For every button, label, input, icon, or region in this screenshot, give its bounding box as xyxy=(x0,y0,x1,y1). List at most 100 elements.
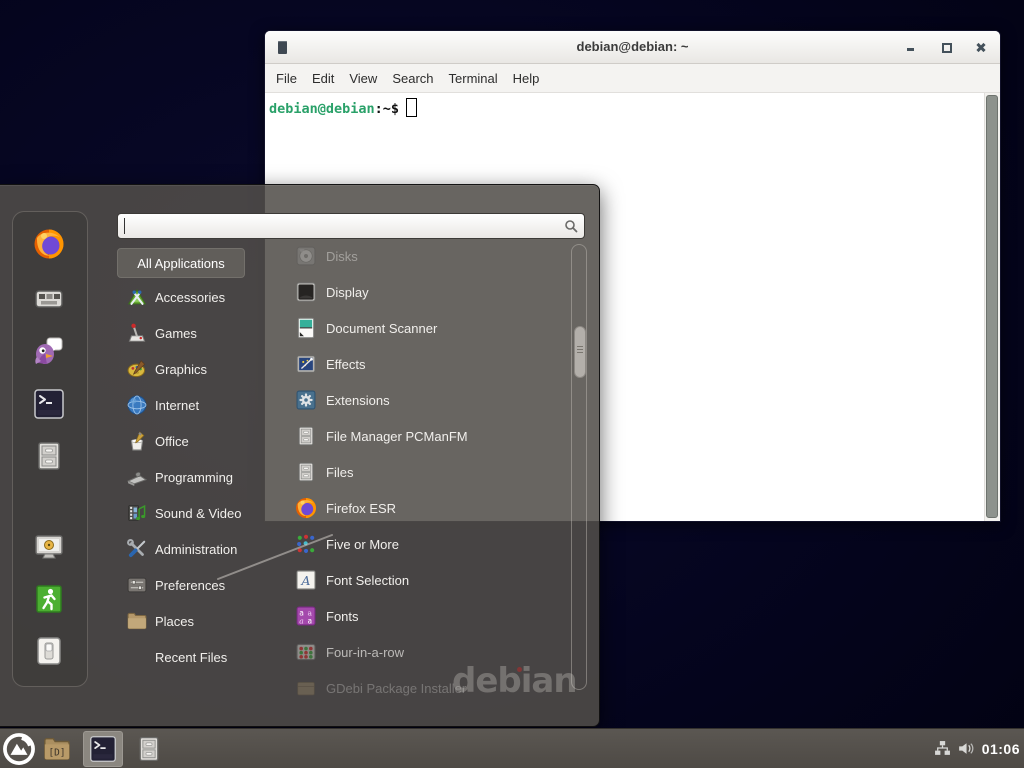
folder-debian-icon: [D] xyxy=(42,734,72,764)
category-label: Accessories xyxy=(155,290,225,305)
taskbar-file-cabinet[interactable] xyxy=(135,735,163,763)
category-sound-video[interactable]: Sound & Video xyxy=(117,495,287,531)
accessories-icon xyxy=(126,286,148,308)
minimize-button[interactable] xyxy=(906,42,916,52)
taskbar-terminal[interactable] xyxy=(83,731,123,767)
app-label: Effects xyxy=(326,357,366,372)
taskbar-menu-button[interactable] xyxy=(2,732,36,766)
maximize-button[interactable] xyxy=(941,42,951,52)
category-label: Programming xyxy=(155,470,233,485)
sidebar-item-logout[interactable] xyxy=(33,583,65,615)
five-or-more-icon xyxy=(295,533,317,555)
category-label: Graphics xyxy=(155,362,207,377)
terminal-menu-search[interactable]: Search xyxy=(392,71,433,86)
volume-icon[interactable] xyxy=(957,740,974,757)
app-list-scrollbar[interactable] xyxy=(571,244,587,690)
app-display[interactable]: Display xyxy=(283,274,563,310)
app-font-selection[interactable]: AFont Selection xyxy=(283,562,563,598)
fonts-icon: aaaa xyxy=(295,605,317,627)
logout-icon xyxy=(33,583,65,615)
app-document-scanner[interactable]: Document Scanner xyxy=(283,310,563,346)
terminal-titlebar[interactable]: debian@debian: ~ xyxy=(265,31,1000,64)
close-button[interactable] xyxy=(976,42,986,52)
prompt-path: :~$ xyxy=(375,101,399,117)
app-label: GDebi Package Installer xyxy=(326,681,466,696)
internet-icon xyxy=(126,394,148,416)
file-cabinet-icon xyxy=(33,440,65,472)
category-places[interactable]: Places xyxy=(117,603,287,639)
application-menu: All Applications Accessories Games Graphic… xyxy=(0,184,600,727)
app-fonts[interactable]: aaaaFonts xyxy=(283,598,563,634)
category-label: Administration xyxy=(155,542,237,557)
firefox-icon xyxy=(295,497,317,519)
font-selection-icon: A xyxy=(295,569,317,591)
category-label: Sound & Video xyxy=(155,506,242,521)
sidebar-item-firefox[interactable] xyxy=(33,228,65,260)
sidebar-item-pidgin[interactable] xyxy=(33,335,65,367)
sidebar-item-control-center[interactable] xyxy=(33,283,65,315)
office-icon xyxy=(126,430,148,452)
taskbar-file-manager[interactable]: [D] xyxy=(42,734,72,764)
terminal-prompt: debian@debian:~$ xyxy=(269,98,417,117)
network-icon[interactable] xyxy=(934,740,951,757)
programming-icon xyxy=(126,466,148,488)
category-preferences[interactable]: Preferences xyxy=(117,567,287,603)
app-file-manager-pcmanfm[interactable]: File Manager PCManFM xyxy=(283,418,563,454)
sidebar-item-lock-screen[interactable] xyxy=(33,531,65,563)
app-files[interactable]: Files xyxy=(283,454,563,490)
clock: 01:06 xyxy=(980,741,1020,757)
all-applications-label: All Applications xyxy=(137,256,224,271)
sidebar-item-file-manager[interactable] xyxy=(33,440,65,472)
category-programming[interactable]: Programming xyxy=(117,459,287,495)
extensions-icon xyxy=(295,389,317,411)
all-applications-button[interactable]: All Applications xyxy=(117,248,245,278)
svg-text:a: a xyxy=(308,617,313,626)
category-games[interactable]: Games xyxy=(117,315,287,351)
disks-icon xyxy=(295,245,317,267)
category-office[interactable]: Office xyxy=(117,423,287,459)
screensaver-icon xyxy=(33,531,65,563)
window-title: debian@debian: ~ xyxy=(265,31,1000,63)
app-five-or-more[interactable]: Five or More xyxy=(283,526,563,562)
terminal-scrollbar[interactable] xyxy=(984,93,1000,521)
svg-text:[D]: [D] xyxy=(49,748,66,759)
app-firefox-esr[interactable]: Firefox ESR xyxy=(283,490,563,526)
app-label: Disks xyxy=(326,249,358,264)
category-label: Preferences xyxy=(155,578,225,593)
category-accessories[interactable]: Accessories xyxy=(117,279,287,315)
file-cabinet-icon xyxy=(135,735,163,763)
four-in-a-row-icon xyxy=(295,641,317,663)
app-effects[interactable]: Effects xyxy=(283,346,563,382)
minimize-icon xyxy=(907,48,914,51)
category-label: Games xyxy=(155,326,197,341)
category-graphics[interactable]: Graphics xyxy=(117,351,287,387)
terminal-menu-edit[interactable]: Edit xyxy=(312,71,334,86)
category-administration[interactable]: Administration xyxy=(117,531,287,567)
places-icon xyxy=(126,610,148,632)
terminal-menu-terminal[interactable]: Terminal xyxy=(449,71,498,86)
terminal-menu-view[interactable]: View xyxy=(349,71,377,86)
app-list-scrollbar-thumb[interactable] xyxy=(574,326,586,378)
app-extensions[interactable]: Extensions xyxy=(283,382,563,418)
search-input[interactable] xyxy=(117,213,585,239)
app-gdebi-package-installer[interactable]: GDebi Package Installer xyxy=(283,670,563,706)
terminal-menu-file[interactable]: File xyxy=(276,71,297,86)
search-caret xyxy=(124,218,125,234)
terminal-menu-help[interactable]: Help xyxy=(513,71,540,86)
app-four-in-a-row[interactable]: Four-in-a-row xyxy=(283,634,563,670)
svg-text:A: A xyxy=(301,574,311,588)
firefox-icon xyxy=(33,228,65,260)
sidebar-item-terminal[interactable] xyxy=(33,388,65,420)
app-disks[interactable]: Disks xyxy=(283,238,563,274)
category-internet[interactable]: Internet xyxy=(117,387,287,423)
app-label: Document Scanner xyxy=(326,321,437,336)
terminal-scrollbar-thumb[interactable] xyxy=(986,95,998,518)
prompt-user-host: debian@debian xyxy=(269,101,375,117)
svg-text:a: a xyxy=(299,617,304,626)
file-cabinet-icon xyxy=(295,461,317,483)
taskbar-menu-icon xyxy=(2,732,36,766)
category-recent-files[interactable]: Recent Files xyxy=(117,639,287,675)
sidebar-item-shutdown[interactable] xyxy=(33,635,65,667)
search-icon xyxy=(563,218,579,234)
control-center-icon xyxy=(33,283,65,315)
